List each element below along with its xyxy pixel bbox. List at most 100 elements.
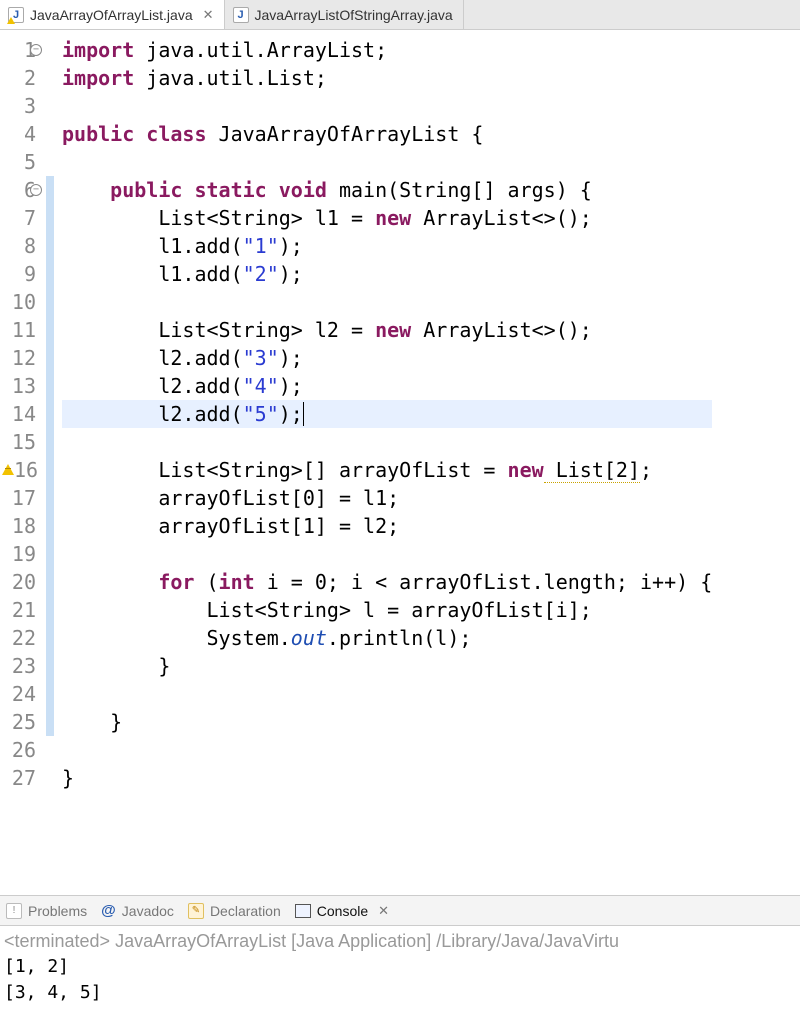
code-line[interactable]: List<String>[] arrayOfList = new List[2]… (62, 456, 712, 484)
change-marker (46, 260, 54, 288)
line-number: 12 (0, 344, 40, 372)
change-marker (46, 764, 54, 792)
tab-javadoc[interactable]: @ Javadoc (101, 902, 174, 919)
code-line[interactable]: arrayOfList[0] = l1; (62, 484, 712, 512)
code-line[interactable] (62, 680, 712, 708)
change-marker (46, 568, 54, 596)
code-line[interactable] (62, 148, 712, 176)
change-marker (46, 596, 54, 624)
change-marker (46, 512, 54, 540)
line-number: 16 (0, 456, 40, 484)
line-number: 24 (0, 680, 40, 708)
change-marker (46, 428, 54, 456)
line-number: 11 (0, 316, 40, 344)
line-number: 23 (0, 652, 40, 680)
code-line[interactable]: l1.add("2"); (62, 260, 712, 288)
tab-label: Declaration (210, 903, 281, 919)
code-line[interactable]: System.out.println(l); (62, 624, 712, 652)
tab-declaration[interactable]: ✎ Declaration (188, 903, 281, 919)
console-status: <terminated> JavaArrayOfArrayList [Java … (4, 928, 796, 954)
code-line[interactable]: l2.add("3"); (62, 344, 712, 372)
change-marker (46, 176, 54, 204)
code-line[interactable]: arrayOfList[1] = l2; (62, 512, 712, 540)
change-marker (46, 148, 54, 176)
editor-tab-inactive[interactable]: J JavaArrayListOfStringArray.java (225, 0, 464, 29)
code-line[interactable] (62, 736, 712, 764)
change-marker (46, 344, 54, 372)
tab-problems[interactable]: ! Problems (6, 903, 87, 919)
line-number: 17 (0, 484, 40, 512)
line-number: 5 (0, 148, 40, 176)
line-number: 25 (0, 708, 40, 736)
warning-icon (2, 464, 14, 475)
code-line[interactable]: } (62, 764, 712, 792)
line-number: 7 (0, 204, 40, 232)
java-file-icon: J (8, 7, 24, 23)
change-marker (46, 708, 54, 736)
view-tab-bar: ! Problems @ Javadoc ✎ Declaration Conso… (0, 895, 800, 925)
change-marker (46, 92, 54, 120)
line-number: 13 (0, 372, 40, 400)
code-line[interactable]: } (62, 708, 712, 736)
code-line[interactable] (62, 428, 712, 456)
console-panel: <terminated> JavaArrayOfArrayList [Java … (0, 925, 800, 1015)
change-marker (46, 484, 54, 512)
code-line[interactable]: l2.add("4"); (62, 372, 712, 400)
line-number: 3 (0, 92, 40, 120)
code-line[interactable]: import java.util.ArrayList; (62, 36, 712, 64)
tab-label: JavaArrayListOfStringArray.java (255, 7, 453, 23)
code-line[interactable]: for (int i = 0; i < arrayOfList.length; … (62, 568, 712, 596)
code-line[interactable]: import java.util.List; (62, 64, 712, 92)
code-line[interactable]: public static void main(String[] args) { (62, 176, 712, 204)
java-file-icon: J (233, 7, 249, 23)
code-editor[interactable]: 1234567891011121314151617181920212223242… (0, 30, 800, 895)
change-marker (46, 316, 54, 344)
change-marker (46, 456, 54, 484)
editor-tab-bar: J JavaArrayOfArrayList.java ✕ J JavaArra… (0, 0, 800, 30)
code-line[interactable]: public class JavaArrayOfArrayList { (62, 120, 712, 148)
change-marker (46, 736, 54, 764)
change-marker (46, 64, 54, 92)
line-number: 9 (0, 260, 40, 288)
close-icon[interactable]: ✕ (378, 903, 389, 919)
close-icon[interactable]: ✕ (203, 7, 214, 23)
change-marker (46, 624, 54, 652)
change-marker (46, 540, 54, 568)
editor-tab-active[interactable]: J JavaArrayOfArrayList.java ✕ (0, 0, 225, 29)
code-line[interactable]: l1.add("1"); (62, 232, 712, 260)
javadoc-icon: @ (101, 902, 116, 919)
tab-console[interactable]: Console ✕ (295, 903, 389, 919)
code-area[interactable]: import java.util.ArrayList;import java.u… (54, 30, 712, 895)
fold-toggle-icon[interactable] (30, 44, 42, 56)
line-number: 26 (0, 736, 40, 764)
line-number: 20 (0, 568, 40, 596)
problems-icon: ! (6, 903, 22, 919)
code-line[interactable]: List<String> l2 = new ArrayList<>(); (62, 316, 712, 344)
code-line[interactable]: } (62, 652, 712, 680)
line-number: 6 (0, 176, 40, 204)
change-marker (46, 680, 54, 708)
code-line[interactable]: l2.add("5"); (62, 400, 712, 428)
code-line[interactable] (62, 288, 712, 316)
line-number: 8 (0, 232, 40, 260)
change-marker (46, 120, 54, 148)
line-number: 18 (0, 512, 40, 540)
line-number: 2 (0, 64, 40, 92)
change-marker (46, 36, 54, 64)
console-output-line: [3, 4, 5] (4, 980, 796, 1006)
change-bar (46, 30, 54, 895)
code-line[interactable]: List<String> l = arrayOfList[i]; (62, 596, 712, 624)
code-line[interactable] (62, 92, 712, 120)
line-number: 21 (0, 596, 40, 624)
line-number: 27 (0, 764, 40, 792)
code-line[interactable]: List<String> l1 = new ArrayList<>(); (62, 204, 712, 232)
tab-label: Console (317, 903, 368, 919)
code-line[interactable] (62, 540, 712, 568)
fold-toggle-icon[interactable] (30, 184, 42, 196)
change-marker (46, 232, 54, 260)
line-number: 10 (0, 288, 40, 316)
tab-label: JavaArrayOfArrayList.java (30, 7, 193, 23)
change-marker (46, 400, 54, 428)
change-marker (46, 204, 54, 232)
line-number: 14 (0, 400, 40, 428)
